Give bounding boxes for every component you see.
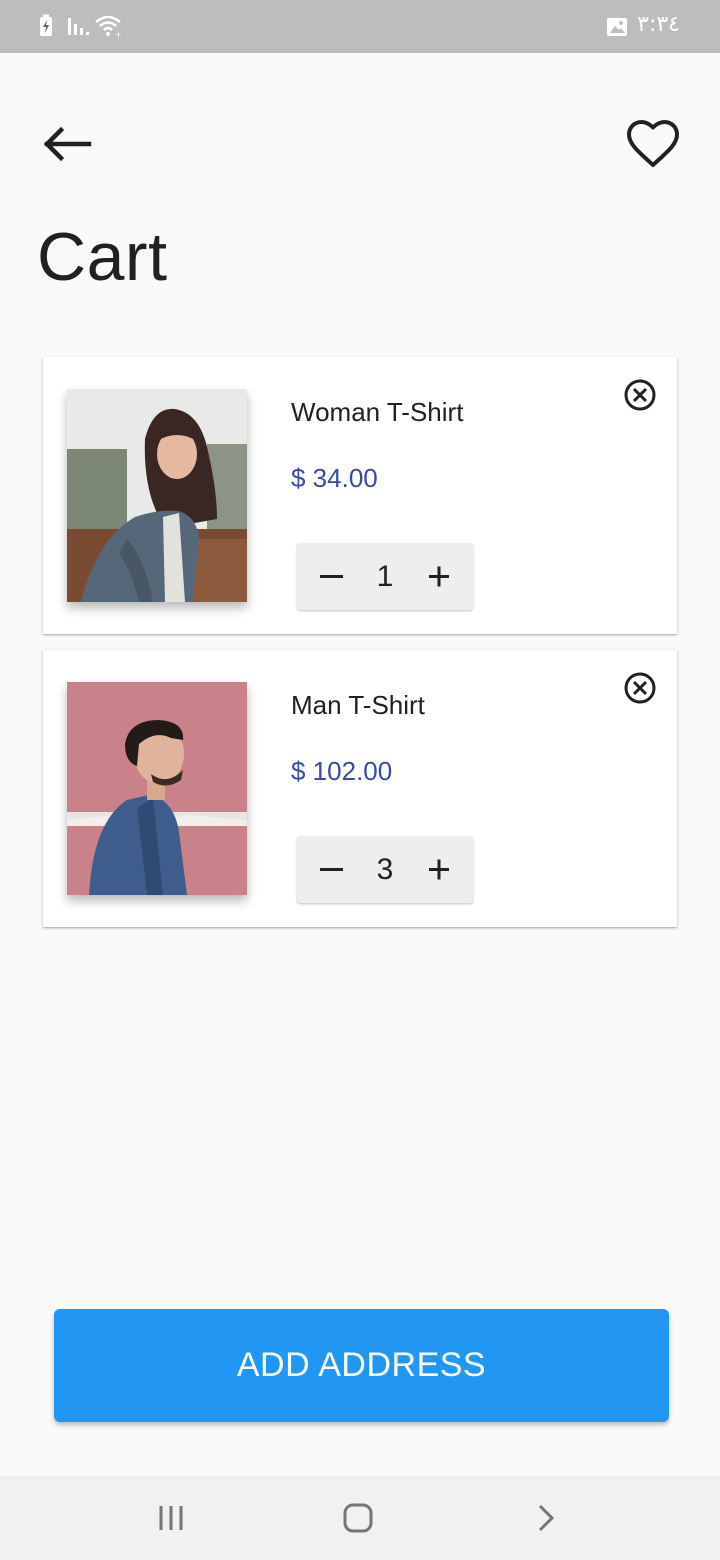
minus-icon[interactable]	[301, 543, 361, 610]
system-nav-bar	[0, 1476, 720, 1560]
battery-charging-icon	[40, 14, 52, 36]
product-name: Man T-Shirt	[291, 690, 425, 720]
arrow-left-icon[interactable]	[41, 124, 93, 164]
product-image-man	[67, 682, 247, 895]
page-title: Cart	[37, 219, 168, 295]
product-image-woman	[67, 389, 247, 602]
product-price: $ 34.00	[291, 463, 378, 493]
quantity-value: 3	[376, 853, 394, 886]
status-bar: + ٣:٣٤	[0, 0, 720, 53]
cart-item-card: Woman T-Shirt $ 34.00 1	[43, 357, 677, 634]
back-chevron-icon[interactable]	[521, 1498, 571, 1538]
quantity-value: 1	[376, 560, 394, 593]
add-address-button[interactable]: ADD ADDRESS	[54, 1309, 669, 1422]
product-name: Woman T-Shirt	[291, 397, 464, 427]
wifi-icon: +	[95, 15, 122, 38]
remove-item-icon[interactable]	[623, 378, 657, 412]
quantity-stepper: 1	[297, 543, 473, 610]
plus-icon[interactable]	[413, 836, 473, 903]
svg-text:+: +	[115, 30, 122, 38]
cart-item-card: Man T-Shirt $ 102.00 3	[43, 650, 677, 927]
plus-icon[interactable]	[413, 543, 473, 610]
status-time: ٣:٣٤	[637, 12, 680, 37]
recents-icon[interactable]	[146, 1498, 196, 1538]
remove-item-icon[interactable]	[623, 671, 657, 705]
minus-icon[interactable]	[301, 836, 361, 903]
gallery-notification-icon	[607, 18, 627, 36]
product-price: $ 102.00	[291, 756, 393, 786]
heart-outline-icon[interactable]	[626, 119, 680, 169]
home-icon[interactable]	[333, 1498, 383, 1538]
quantity-stepper: 3	[297, 836, 473, 903]
signal-icon	[68, 18, 89, 35]
